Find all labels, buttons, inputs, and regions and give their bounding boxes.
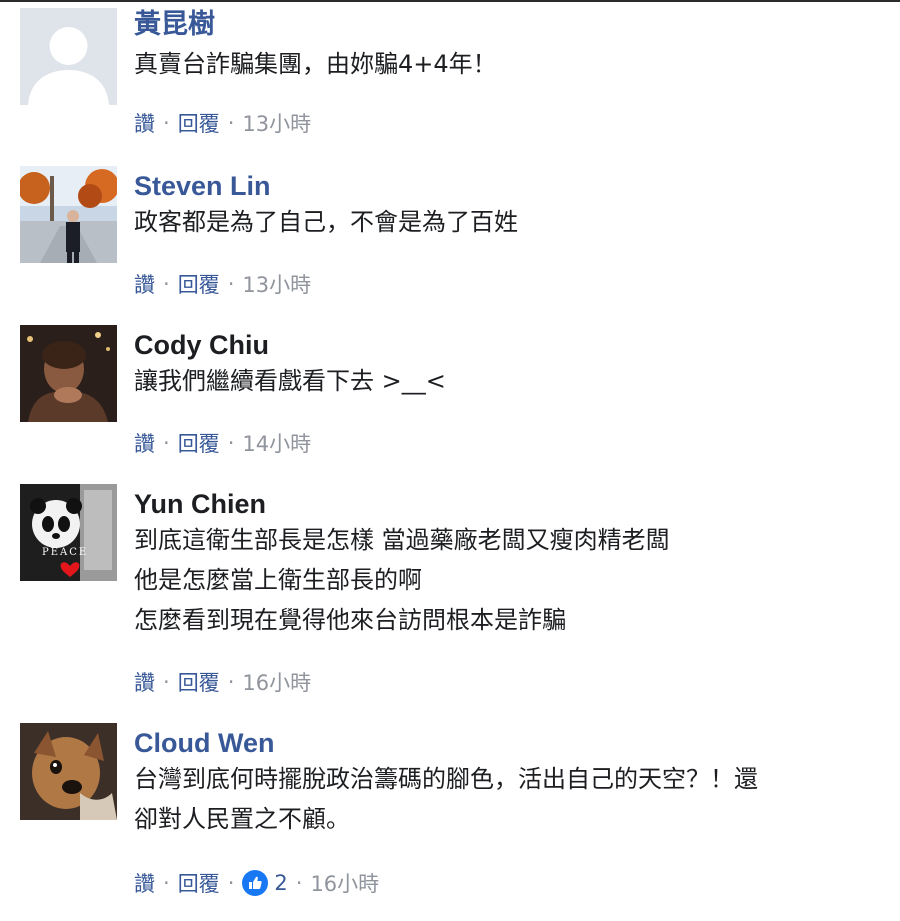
avatar[interactable] [20,166,117,263]
avatar[interactable] [20,723,117,820]
comment-text-line: 卻對人民置之不顧。 [134,805,350,833]
comment-actions: 讚 · 回覆 · 2 · 16小時 [134,868,379,898]
comment-text-line: 到底這衛生部長是怎樣 當過藥廠老闆又瘦肉精老闆 [134,526,670,554]
timestamp[interactable]: 16小時 [310,868,379,898]
author-name[interactable]: Yun Chien [134,488,900,520]
like-link[interactable]: 讚 [134,667,155,697]
author-name[interactable]: Cloud Wen [134,727,900,759]
timestamp[interactable]: 13小時 [242,108,311,138]
panda-peace-avatar-icon: PEACE [20,484,117,581]
photo-avatar-icon [20,325,117,422]
svg-text:PEACE: PEACE [42,547,88,558]
comment-actions: 讚 · 回覆 · 13小時 [134,108,311,138]
comment-actions: 讚 · 回覆 · 14小時 [134,428,311,458]
reaction-count: 2 [274,871,288,895]
comment-text: 讓我們繼續看戲看下去 >__< [134,367,446,395]
comment-body: 黃昆樹 真賣台詐騙集團，由妳騙4+4年！ 讚 · 回覆 · 13小時 [134,8,900,136]
reaction-summary[interactable]: 2 [242,870,288,896]
avatar[interactable]: PEACE [20,484,117,581]
avatar[interactable] [20,325,117,422]
comment-text: 真賣台詐騙集團，由妳騙4+4年！ [134,50,497,78]
separator-dot: · [227,670,235,694]
comment-text-line: 他是怎麼當上衛生部長的啊 [134,566,422,594]
separator-dot: · [163,431,170,455]
timestamp[interactable]: 16小時 [242,667,311,697]
separator-dot: · [163,670,170,694]
comment-text: 政客都是為了自己，不會是為了百姓 [134,208,518,236]
separator-dot: · [163,272,170,296]
like-link[interactable]: 讚 [134,428,155,458]
separator-dot: · [227,871,235,895]
comment-body: Cody Chiu 讓我們繼續看戲看下去 >__< 讚 · 回覆 · 14小時 [134,325,900,456]
comment-body: Yun Chien 到底這衛生部長是怎樣 當過藥廠老闆又瘦肉精老闆 他是怎麼當上… [134,484,900,695]
comment-actions: 讚 · 回覆 · 13小時 [134,269,311,299]
separator-dot: · [227,431,235,455]
timestamp[interactable]: 13小時 [242,269,311,299]
timestamp[interactable]: 14小時 [242,428,311,458]
photo-avatar-icon [20,166,117,263]
separator-dot: · [295,871,303,895]
like-link[interactable]: 讚 [134,108,155,138]
author-name[interactable]: Steven Lin [134,170,900,202]
top-border [0,0,900,2]
comment-body: Steven Lin 政客都是為了自己，不會是為了百姓 讚 · 回覆 · 13小… [134,166,900,297]
thumbs-up-icon [242,870,269,896]
like-link[interactable]: 讚 [134,269,155,299]
comment-actions: 讚 · 回覆 · 16小時 [134,667,311,697]
separator-dot: · [163,871,170,895]
comment-body: Cloud Wen 台灣到底何時擺脫政治籌碼的腳色，活出自己的天空？！還 卻對人… [134,723,900,896]
default-avatar-icon [20,8,117,105]
reply-link[interactable]: 回覆 [178,269,220,299]
reply-link[interactable]: 回覆 [178,868,220,898]
separator-dot: · [163,111,170,135]
separator-dot: · [227,111,235,135]
reply-link[interactable]: 回覆 [178,428,220,458]
separator-dot: · [227,272,235,296]
author-name[interactable]: 黃昆樹 [134,8,900,40]
author-name[interactable]: Cody Chiu [134,329,900,361]
comment-text-line: 台灣到底何時擺脫政治籌碼的腳色，活出自己的天空？！還 [134,765,758,793]
like-link[interactable]: 讚 [134,868,155,898]
avatar[interactable] [20,8,117,105]
dog-avatar-icon [20,723,117,820]
reply-link[interactable]: 回覆 [178,108,220,138]
reply-link[interactable]: 回覆 [178,667,220,697]
comment-text-line: 怎麼看到現在覺得他來台訪問根本是詐騙 [134,606,566,634]
